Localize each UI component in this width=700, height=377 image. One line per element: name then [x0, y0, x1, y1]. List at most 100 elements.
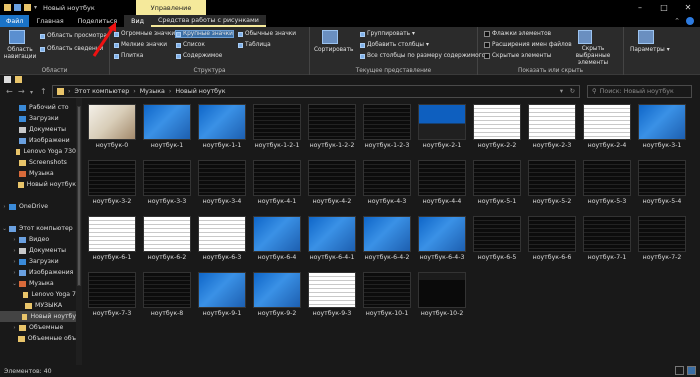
file-tile[interactable]: ноутбук-1-2-1 — [249, 102, 305, 155]
details-view-toggle[interactable] — [675, 366, 684, 375]
file-tile[interactable]: ноутбук-2-3 — [524, 102, 580, 155]
file-tile[interactable]: ноутбук-1-2-3 — [359, 102, 415, 155]
sidebar-item[interactable]: Новый ноутбу — [0, 311, 76, 322]
navigation-scrollbar[interactable] — [76, 98, 82, 365]
file-tile[interactable]: ноутбук-2-2 — [469, 102, 525, 155]
file-tile[interactable]: ноутбук-4-2 — [304, 158, 360, 211]
sidebar-item[interactable]: ⌄ Музыка — [0, 278, 76, 289]
small-icons-button[interactable]: Мелкие значки — [114, 42, 167, 48]
tab-file[interactable]: Файл — [0, 15, 30, 27]
sort-button[interactable]: Сортировать — [314, 47, 353, 53]
address-bar[interactable]: › Этот компьютер › Музыка › Новый ноутбу… — [52, 85, 580, 98]
back-button[interactable]: ← — [6, 87, 13, 96]
file-tile[interactable]: ноутбук-2-4 — [579, 102, 635, 155]
up-button[interactable]: ↑ — [40, 87, 47, 96]
tiles-button[interactable]: Плитка — [114, 53, 143, 59]
file-tile[interactable]: ноутбук-6-1 — [84, 214, 140, 267]
file-tile[interactable]: ноутбук-5-4 — [634, 158, 690, 211]
expand-chevron-icon[interactable]: › — [0, 204, 9, 210]
file-tile[interactable]: ноутбук-5-1 — [469, 158, 525, 211]
huge-icons-button[interactable]: Огромные значки — [114, 31, 175, 37]
large-icons-button[interactable]: Крупные значки — [175, 30, 234, 38]
sidebar-item[interactable]: › Загрузки — [0, 256, 76, 267]
large-icons-view-toggle[interactable] — [687, 366, 696, 375]
help-icon[interactable] — [686, 17, 694, 25]
sidebar-item[interactable]: Объемные объ — [0, 333, 76, 344]
file-tile[interactable]: ноутбук-6-2 — [139, 214, 195, 267]
sidebar-item[interactable]: › Изображения — [0, 267, 76, 278]
sidebar-item[interactable]: Lenovo Yoga 7 — [0, 289, 76, 300]
file-tile[interactable]: ноутбук-5-2 — [524, 158, 580, 211]
file-tile[interactable]: ноутбук-3-1 — [634, 102, 690, 155]
add-columns-button[interactable]: Добавить столбцы ▾ — [360, 42, 429, 48]
sidebar-item[interactable]: Новый ноутбук — [0, 179, 76, 190]
customize-qat-icon[interactable]: ▾ — [34, 4, 37, 11]
file-tile[interactable]: ноутбук-3-3 — [139, 158, 195, 211]
content-button[interactable]: Содержимое — [176, 53, 222, 59]
file-tile[interactable]: ноутбук-9-2 — [249, 270, 305, 323]
sidebar-item[interactable]: › Объемные — [0, 322, 76, 333]
group-by-button[interactable]: Группировать ▾ — [360, 31, 415, 37]
manage-contextual-tab[interactable]: Управление — [136, 0, 206, 15]
sidebar-item[interactable]: Музыка — [0, 168, 76, 179]
file-tile[interactable]: ноутбук-3-2 — [84, 158, 140, 211]
recent-locations-button[interactable]: ▾ — [30, 89, 33, 96]
tab-picture-tools[interactable]: Средства работы с рисунками — [150, 15, 266, 27]
file-tile[interactable]: ноутбук-8 — [139, 270, 195, 323]
file-tile[interactable]: ноутбук-10-1 — [359, 270, 415, 323]
file-tile[interactable]: ноутбук-7-3 — [84, 270, 140, 323]
options-button[interactable]: Параметры ▾ — [630, 47, 670, 53]
sidebar-item[interactable]: Изображени — [0, 135, 76, 146]
file-tile[interactable]: ноутбук-6-6 — [524, 214, 580, 267]
breadcrumb-music[interactable]: Музыка — [140, 88, 165, 95]
hidden-items-toggle[interactable]: Скрытые элементы — [484, 53, 551, 59]
address-dropdown-icon[interactable]: ▾ — [560, 88, 563, 95]
maximize-button[interactable]: □ — [652, 0, 676, 15]
close-button[interactable]: ✕ — [676, 0, 700, 15]
minimize-button[interactable]: – — [628, 0, 652, 15]
sidebar-item[interactable]: Lenovo Yoga 730 — [0, 146, 76, 157]
fit-columns-button[interactable]: Все столбцы по размеру содержимого — [360, 53, 485, 59]
expand-chevron-icon[interactable]: › — [10, 248, 19, 254]
file-tile[interactable]: ноутбук-10-2 — [414, 270, 470, 323]
folder-icon[interactable] — [15, 76, 22, 83]
list-button[interactable]: Список — [176, 42, 205, 48]
file-tile[interactable]: ноутбук-6-3 — [194, 214, 250, 267]
chevron-up-icon[interactable]: ⌃ — [674, 17, 680, 25]
file-tile[interactable]: ноутбук-4-3 — [359, 158, 415, 211]
scrollbar-thumb[interactable] — [77, 106, 81, 286]
file-tile[interactable]: ноутбук-1 — [139, 102, 195, 155]
refresh-icon[interactable]: ↻ — [570, 88, 575, 95]
expand-chevron-icon[interactable]: › — [10, 270, 19, 276]
file-tile[interactable]: ноутбук-4-4 — [414, 158, 470, 211]
file-extensions-toggle[interactable]: Расширения имен файлов — [484, 42, 572, 48]
tab-share[interactable]: Поделиться — [71, 15, 125, 27]
file-tile[interactable]: ноутбук-0 — [84, 102, 140, 155]
sidebar-item[interactable]: Screenshots — [0, 157, 76, 168]
sidebar-item[interactable]: Загрузки — [0, 113, 76, 124]
file-tile[interactable]: ноутбук-1-1 — [194, 102, 250, 155]
sidebar-item[interactable]: › OneDrive — [0, 201, 76, 212]
sidebar-item[interactable]: Рабочий сто — [0, 102, 76, 113]
sidebar-item[interactable]: › Видео — [0, 234, 76, 245]
file-tile[interactable]: ноутбук-6-4-3 — [414, 214, 470, 267]
tab-home[interactable]: Главная — [29, 15, 70, 27]
navigation-pane-button[interactable]: Область навигации — [2, 47, 38, 61]
expand-chevron-icon[interactable]: ⌄ — [0, 226, 9, 232]
expand-chevron-icon[interactable]: › — [10, 237, 19, 243]
expand-chevron-icon[interactable]: › — [10, 259, 19, 265]
file-tile[interactable]: ноутбук-9-1 — [194, 270, 250, 323]
details-view-button[interactable]: Таблица — [238, 42, 271, 48]
breadcrumb-this-pc[interactable]: Этот компьютер — [75, 88, 130, 95]
expand-chevron-icon[interactable]: › — [10, 325, 19, 331]
forward-button[interactable]: → — [18, 87, 25, 96]
sidebar-item[interactable]: › Документы — [0, 245, 76, 256]
hide-selected-button[interactable]: Скрыть выбранные элементы — [564, 46, 622, 67]
file-tile[interactable]: ноутбук-5-3 — [579, 158, 635, 211]
file-tile[interactable]: ноутбук-2-1 — [414, 102, 470, 155]
search-box[interactable]: ⚲ Поиск: Новый ноутбук — [587, 85, 692, 98]
details-pane-button[interactable]: Область сведений — [40, 46, 103, 52]
file-tile[interactable]: ноутбук-7-2 — [634, 214, 690, 267]
sidebar-item[interactable]: ⌄ Этот компьютер — [0, 223, 76, 234]
sidebar-item[interactable]: Документы — [0, 124, 76, 135]
